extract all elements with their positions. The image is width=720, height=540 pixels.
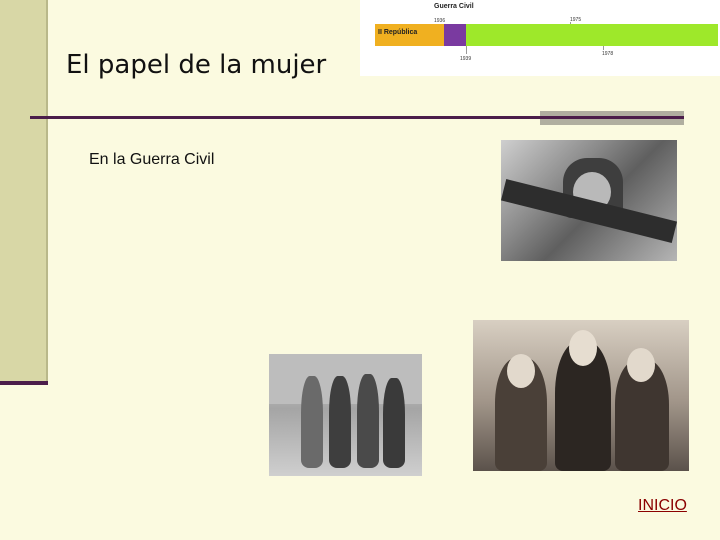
timeline-tick xyxy=(603,46,604,50)
slide-subtitle: En la Guerra Civil xyxy=(89,151,215,168)
timeline-year-1978: 1978 xyxy=(602,51,614,57)
timeline-title: Guerra Civil xyxy=(434,3,474,10)
timeline-image: Guerra Civil 1936 1975 II República 1939… xyxy=(360,0,720,76)
slide-title: El papel de la mujer xyxy=(66,50,327,80)
title-divider xyxy=(30,116,684,119)
timeline-tick xyxy=(466,46,467,54)
timeline-label-republic: II República xyxy=(378,29,418,36)
timeline-bar-war xyxy=(444,24,466,46)
timeline-year-1939: 1939 xyxy=(460,56,472,62)
photo-militia-women-aiming xyxy=(501,140,677,261)
inicio-link[interactable]: INICIO xyxy=(638,497,687,515)
left-bar-accent-line xyxy=(0,381,48,385)
photo-group-portrait xyxy=(473,320,689,471)
timeline-bar-francoism xyxy=(466,24,718,46)
timeline-year-1975: 1975 xyxy=(570,17,582,23)
left-decorative-bar xyxy=(0,0,48,384)
photo-militia-women-standing xyxy=(269,354,422,476)
